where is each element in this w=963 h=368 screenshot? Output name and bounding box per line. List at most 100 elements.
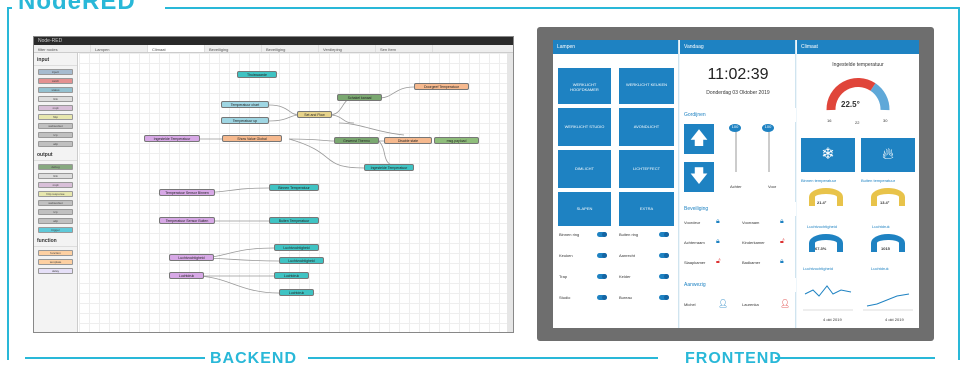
chart-title: Luchtvochtigheid (803, 266, 834, 271)
vandaag-title: Vandaag (680, 40, 795, 54)
toggle-switch[interactable] (597, 274, 607, 279)
toggle-switch[interactable] (597, 232, 607, 237)
palette-node[interactable]: websocket (38, 123, 73, 129)
flow-node[interactable]: Luchtvochtigheid (279, 257, 324, 264)
flow-canvas[interactable]: Thuiswaarde Temperatuur chart Temperatuu… (79, 53, 509, 332)
security-label: Kinderkamer (742, 240, 765, 245)
chart-title: Luchtdruk (871, 266, 889, 271)
editor-header: Node-RED (34, 37, 513, 45)
toggle-switch[interactable] (659, 274, 669, 279)
toggle-switch[interactable] (597, 253, 607, 258)
switch-label: Keuken (559, 253, 573, 258)
light-tile[interactable]: SLAPEN (558, 192, 611, 226)
palette-node[interactable]: delay (38, 268, 73, 274)
palette-filter[interactable]: filter nodes (34, 45, 91, 52)
tab-5[interactable]: Verdieping (319, 45, 376, 52)
flow-node[interactable]: Luchtdruk (169, 272, 204, 279)
palette-node[interactable]: tcp (38, 209, 73, 215)
backend-label: BACKEND (210, 350, 297, 367)
setpoint-value: 22.5° (841, 100, 860, 109)
curtain-slider-left[interactable] (735, 130, 737, 172)
flow-node[interactable]: Temperatuur Sensor Binnen (159, 189, 215, 196)
light-tile[interactable]: AVONDLICHT (619, 108, 674, 146)
flow-node[interactable]: Luchtvochtigheid (274, 244, 319, 251)
flow-node[interactable]: Doorgeef Temperatuur (414, 83, 469, 90)
palette-node[interactable]: http response (38, 191, 73, 197)
palette-node[interactable]: debug (38, 164, 73, 170)
toggle-switch[interactable] (659, 253, 669, 258)
person-name: Laurenka (742, 302, 759, 307)
palette-node[interactable]: inject (38, 69, 73, 75)
palette-node[interactable]: link (38, 96, 73, 102)
flow-node[interactable]: Disable state (384, 137, 432, 144)
flow-node[interactable]: Luchtvochtigheid (169, 254, 214, 261)
palette-node[interactable]: function (38, 250, 73, 256)
light-tile[interactable]: WERKLICHT HOOFDKAMER (558, 68, 611, 104)
gauge-max: 30 (883, 118, 888, 123)
flow-node[interactable]: Luchtdruk (274, 272, 309, 279)
flow-node[interactable]: Binnen Temperatuur (269, 184, 319, 191)
curtain-down-button[interactable]: 🡇 (684, 162, 714, 192)
switch-label: Buiten ring (619, 232, 639, 237)
palette-node[interactable]: status (38, 87, 73, 93)
flow-node[interactable]: Buiten Temperatuur (269, 217, 319, 224)
palette-node[interactable]: template (38, 259, 73, 265)
chart-date: 4 okt 2019 (823, 317, 842, 322)
flow-node[interactable]: Thuiswaarde (237, 71, 277, 78)
palette-node[interactable]: mqtt (38, 182, 73, 188)
palette-node[interactable]: udp (38, 218, 73, 224)
curtain-slider-right[interactable] (768, 130, 770, 172)
climaat-title: Climaat (797, 40, 919, 54)
lock-icon: 🔒︎ (780, 218, 784, 225)
light-tile[interactable]: EXTRA (619, 192, 674, 226)
category-function[interactable]: function (34, 236, 77, 247)
toggle-switch[interactable] (659, 232, 669, 237)
tab-4[interactable]: Beveiliging (262, 45, 319, 52)
curtain-up-button[interactable]: 🡅 (684, 124, 714, 154)
palette-node[interactable]: tcp (38, 132, 73, 138)
editor-scrollbar[interactable] (507, 53, 513, 332)
flow-node[interactable]: Temperatuur Sensor Buiten (159, 217, 215, 224)
security-label: Voorraam (742, 220, 760, 225)
node-red-editor: Node-RED filter nodes Lampen Climaat Bev… (33, 36, 514, 333)
palette-node[interactable]: websocket (38, 200, 73, 206)
flow-node[interactable]: Set and Flow (297, 111, 332, 118)
light-tile[interactable]: DIMLICHT (558, 150, 611, 188)
palette-node[interactable]: catch (38, 78, 73, 84)
snowflake-icon[interactable]: ❄ (801, 138, 855, 172)
light-tile[interactable]: LICHTEFFECT (619, 150, 674, 188)
flow-node[interactable]: Schakel kanaal (337, 94, 382, 101)
palette-node[interactable]: trigger (38, 227, 73, 233)
buiten-value: 13.4° (880, 200, 890, 205)
palette-node[interactable]: udp (38, 141, 73, 147)
flow-node[interactable]: Temperatuur chart (221, 101, 269, 108)
tab-1[interactable]: Lampen (91, 45, 148, 52)
lock-icon: 🔒︎ (716, 238, 720, 245)
category-output[interactable]: output (34, 150, 77, 161)
switch-label: Aanrecht (619, 253, 636, 258)
flow-node[interactable]: Show Value Global (222, 135, 282, 142)
tab-3[interactable]: Beveiliging (205, 45, 262, 52)
tab-6[interactable]: Sen Item (376, 45, 433, 52)
toggle-switch[interactable] (659, 295, 669, 300)
divider (308, 357, 658, 359)
flow-node[interactable]: Ingestelde Temperatuur (144, 135, 200, 142)
flow-node[interactable]: Ingestelde Temperatuur (364, 164, 414, 171)
tab-2[interactable]: Climaat (148, 45, 205, 52)
slider-value-right[interactable]: 100 (762, 124, 774, 132)
light-tile[interactable]: WERKLICHT KEUKEN (619, 68, 674, 104)
flow-node[interactable]: Temperatuur up (221, 117, 269, 124)
security-label: Badkamer (742, 260, 761, 265)
category-input[interactable]: input (34, 55, 77, 66)
flame-icon[interactable]: 🔥︎ (861, 138, 915, 172)
palette-node[interactable]: mqtt (38, 105, 73, 111)
palette-node[interactable]: http (38, 114, 73, 120)
toggle-switch[interactable] (597, 295, 607, 300)
clock-time: 11:02:39 (707, 66, 769, 83)
flow-node[interactable]: Gewenst Thermo (334, 137, 379, 144)
palette-node[interactable]: link (38, 173, 73, 179)
flow-node[interactable]: msg.payload (434, 137, 479, 144)
flow-node[interactable]: Luchtdruk (279, 289, 314, 296)
slider-value-left[interactable]: 100 (729, 124, 741, 132)
light-tile[interactable]: WERKLICHT STUDIO (558, 108, 611, 146)
